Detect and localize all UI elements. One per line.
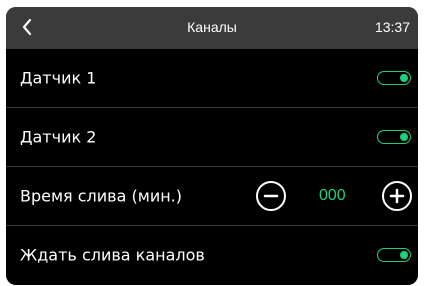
wait-drain-toggle[interactable] — [377, 248, 411, 262]
device-screen: Каналы 13:37 Датчик 1 Датчик 2 Время сли… — [6, 7, 418, 285]
toggle-knob — [400, 250, 408, 259]
increment-button[interactable] — [382, 181, 412, 211]
row-sensor-2: Датчик 2 — [6, 108, 418, 166]
drain-time-value: 000 — [319, 187, 346, 204]
page-title: Каналы — [187, 19, 237, 35]
plus-icon — [389, 188, 405, 204]
toggle-knob — [400, 132, 408, 141]
row-label: Датчик 1 — [20, 68, 97, 88]
decrement-button[interactable] — [256, 181, 286, 211]
sensor-1-toggle[interactable] — [377, 71, 411, 85]
row-label: Ждать слива каналов — [20, 245, 205, 265]
row-wait-drain: Ждать слива каналов — [6, 226, 418, 284]
clock: 13:37 — [374, 19, 410, 35]
row-sensor-1: Датчик 1 — [6, 49, 418, 107]
row-label: Датчик 2 — [20, 127, 97, 147]
header-bar: Каналы 13:37 — [6, 7, 418, 49]
sensor-2-toggle[interactable] — [377, 130, 411, 144]
row-label: Время слива (мин.) — [20, 186, 182, 206]
row-drain-time: Время слива (мин.) 000 — [6, 167, 418, 225]
toggle-knob — [400, 73, 408, 82]
minus-icon — [263, 194, 279, 198]
